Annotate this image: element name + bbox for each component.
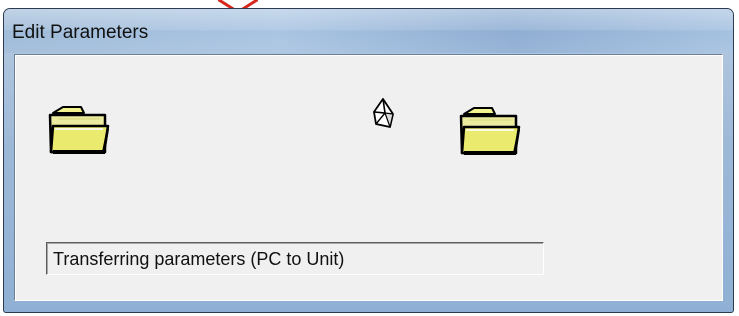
transfer-status-field: Transferring parameters (PC to Unit) (46, 242, 544, 275)
screen: Edit Parameters Transferring parameters … (0, 0, 739, 316)
transfer-panel: Transferring parameters (PC to Unit) (14, 54, 723, 301)
dialog-title: Edit Parameters (12, 22, 149, 43)
edit-parameters-dialog: Edit Parameters Transferring parameters … (3, 8, 734, 313)
transfer-status-text: Transferring parameters (PC to Unit) (53, 249, 345, 269)
transfer-document-icon (373, 98, 394, 128)
left-folder-icon (48, 106, 110, 154)
dialog-title-bar[interactable]: Edit Parameters (4, 9, 733, 53)
right-folder-icon (459, 107, 521, 155)
